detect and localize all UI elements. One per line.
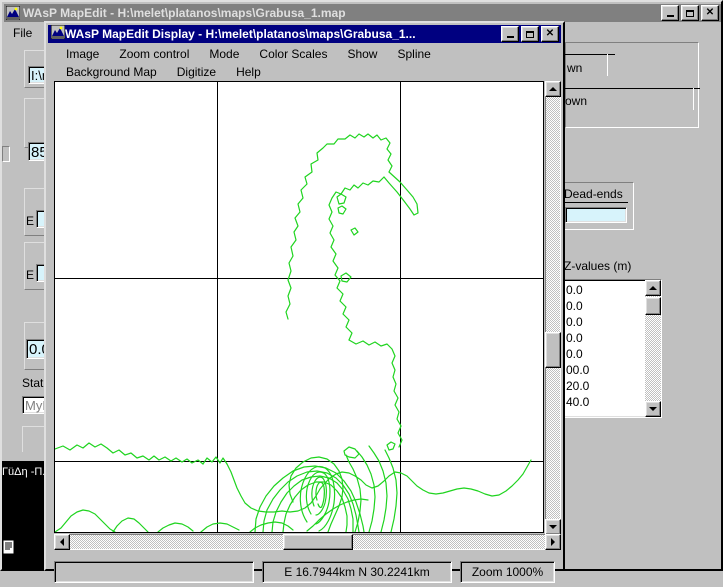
menu-image[interactable]: Image <box>56 47 109 61</box>
desktop-filler <box>2 452 46 461</box>
chevron-down-icon <box>549 525 557 529</box>
mapedit-icon <box>5 5 21 21</box>
taskbar-document-icon[interactable] <box>2 539 18 556</box>
chevron-down-icon <box>649 407 657 411</box>
menu-mode[interactable]: Mode <box>199 47 249 61</box>
maximize-icon <box>686 9 694 17</box>
map-horizontal-scroll-thumb[interactable] <box>283 534 353 550</box>
main-close-button[interactable]: ✕ <box>701 5 719 21</box>
display-window-title: WAsP MapEdit Display - H:\melet\platanos… <box>65 27 416 41</box>
menu-zoom-control[interactable]: Zoom control <box>109 47 199 61</box>
z-values-listbox[interactable]: 0.0 0.0 0.0 0.0 0.0 00.0 20.0 40.0 <box>562 279 662 418</box>
status-coordinates-panel: E 16.7944km N 30.2241km <box>262 561 452 583</box>
map-area <box>50 81 561 551</box>
z-values-scroll-down-button[interactable] <box>645 401 661 417</box>
status-zoom-panel: Zoom 1000% <box>460 561 555 583</box>
main-menubar: File <box>5 24 40 42</box>
map-scroll-down-button[interactable] <box>545 519 561 535</box>
main-minimize-button[interactable] <box>661 5 679 21</box>
contour-lines <box>55 133 532 532</box>
status-message-panel <box>54 561 254 583</box>
map-drawing <box>55 82 543 532</box>
menu-help[interactable]: Help <box>226 65 271 79</box>
menu-color-scales[interactable]: Color Scales <box>249 47 337 61</box>
map-vertical-scroll-thumb[interactable] <box>545 332 561 368</box>
east-label-2: E <box>26 268 35 282</box>
close-icon: ✕ <box>545 28 555 39</box>
dead-ends-label: Dead-ends <box>564 187 623 201</box>
dead-ends-field[interactable] <box>565 207 627 223</box>
menu-digitize[interactable]: Digitize <box>167 65 226 79</box>
map-grid <box>55 82 543 532</box>
main-window-buttons: ✕ <box>661 5 719 21</box>
z-values-label: Z-values (m) <box>564 259 632 273</box>
display-titlebar[interactable]: WAsP MapEdit Display - H:\melet\platanos… <box>48 24 561 44</box>
map-horizontal-scrollbar-track[interactable] <box>54 534 561 550</box>
z-values-scroll-up-button[interactable] <box>645 280 661 296</box>
taskbar-item-label: ΓüΔη -Π... <box>2 466 46 478</box>
menu-show[interactable]: Show <box>337 47 387 61</box>
display-statusbar: E 16.7944km N 30.2241km Zoom 1000% <box>50 561 559 587</box>
chevron-left-icon <box>60 538 64 546</box>
map-scroll-left-button[interactable] <box>54 534 70 550</box>
right-group-label-1: wn <box>567 61 583 75</box>
chevron-right-icon <box>551 538 555 546</box>
right-group-divider-2 <box>565 88 700 89</box>
mapedit-icon <box>50 24 66 44</box>
minimize-icon <box>506 35 514 38</box>
menu-background-map[interactable]: Background Map <box>56 65 167 79</box>
menu-spline[interactable]: Spline <box>387 47 440 61</box>
display-minimize-button[interactable] <box>501 26 519 42</box>
display-menu-row-2: Background Map Digitize Help <box>48 63 561 81</box>
map-scroll-right-button[interactable] <box>545 534 561 550</box>
display-window-buttons: ✕ <box>501 26 559 42</box>
right-group-tick-2 <box>693 88 694 110</box>
display-menubar: Image Zoom control Mode Color Scales Sho… <box>48 45 561 81</box>
minimize-icon <box>666 14 674 17</box>
right-group-tick-1 <box>607 54 608 76</box>
east-label-1: E <box>26 214 35 228</box>
main-maximize-button[interactable] <box>681 5 699 21</box>
edge-control-left <box>2 146 10 162</box>
menu-file[interactable]: File <box>5 25 40 41</box>
taskbar-item[interactable]: ΓüΔη -Π... <box>2 466 46 496</box>
display-menu-row-1: Image Zoom control Mode Color Scales Sho… <box>48 45 561 63</box>
dead-ends-divider <box>562 202 628 203</box>
maximize-icon <box>526 30 534 38</box>
z-values-scroll-thumb[interactable] <box>645 297 661 315</box>
map-canvas[interactable] <box>54 81 544 533</box>
main-window-titlebar[interactable]: WAsP MapEdit - H:\melet\platanos\maps\Gr… <box>4 4 721 22</box>
display-close-button[interactable]: ✕ <box>541 26 559 42</box>
chevron-up-icon <box>549 87 557 91</box>
main-window-title: WAsP MapEdit - H:\melet\platanos\maps\Gr… <box>23 6 346 20</box>
screen: WAsP MapEdit - H:\melet\platanos\maps\Gr… <box>0 0 723 583</box>
map-vertical-scrollbar-track[interactable] <box>545 81 561 535</box>
map-scroll-up-button[interactable] <box>545 81 561 97</box>
close-icon: ✕ <box>705 7 715 18</box>
right-group-label-2: own <box>565 94 588 108</box>
display-window: WAsP MapEdit Display - H:\melet\platanos… <box>44 21 565 583</box>
chevron-up-icon <box>649 286 657 290</box>
display-maximize-button[interactable] <box>521 26 539 42</box>
